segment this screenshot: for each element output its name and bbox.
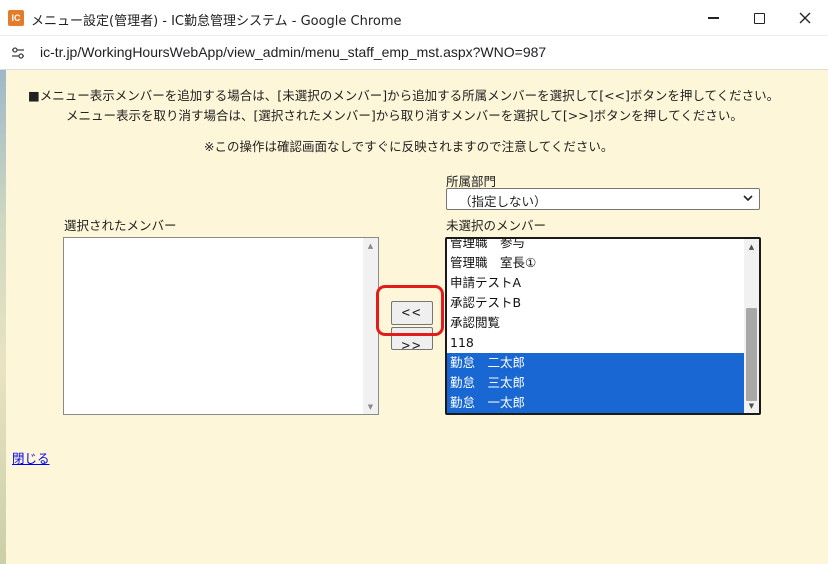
scroll-up-icon[interactable]: ▲ [744, 239, 759, 254]
site-info-icon[interactable] [10, 45, 26, 61]
list-option[interactable]: 申請テストA [447, 273, 744, 293]
scroll-down-icon[interactable]: ▼ [363, 399, 378, 414]
list-option[interactable]: 承認テストB [447, 293, 744, 313]
selected-members-label: 選択されたメンバー [64, 218, 177, 233]
app-icon: IC [8, 10, 24, 26]
chevron-down-icon [743, 195, 753, 202]
close-window-button[interactable] [782, 0, 828, 36]
list-option[interactable]: 勤怠 二太郎 [447, 353, 744, 373]
unselected-list-scrollbar[interactable]: ▲ ▼ [744, 239, 759, 413]
list-option[interactable]: 118 [447, 333, 744, 353]
warning-note: ※この操作は確認画面なしですぐに反映されますので注意してください。 [204, 139, 614, 154]
close-icon [799, 12, 811, 24]
list-option[interactable]: 管理職 室長① [447, 253, 744, 273]
close-link[interactable]: 閉じる [12, 448, 50, 467]
unselected-members-list[interactable]: 管理職 参与 管理職 室長① 申請テストA 承認テストB 承認閲覧 118 勤怠 二太郎 勤怠… [445, 237, 761, 415]
list-option[interactable]: 勤怠 一太郎 [447, 393, 744, 413]
scroll-thumb[interactable] [746, 308, 757, 401]
department-select[interactable]: （指定しない） [446, 188, 760, 210]
minimize-icon [707, 17, 719, 19]
list-option[interactable]: 承認閲覧 [447, 313, 744, 333]
list-option[interactable]: 管理職 参与 [447, 239, 744, 253]
selected-members-list[interactable]: ▲ ▼ [63, 237, 379, 415]
instruction-add: ■メニュー表示メンバーを追加する場合は、[未選択のメンバー]から追加する所属メン… [28, 88, 780, 103]
address-bar: ic-tr.jp/WorkingHoursWebApp/view_admin/m… [0, 36, 828, 70]
maximize-icon [753, 12, 765, 24]
instruction-remove: メニュー表示を取り消す場合は、[選択されたメンバー]から取り消すメンバーを選択し… [66, 108, 743, 123]
unselected-members-label: 未選択のメンバー [446, 218, 547, 233]
remove-button-label: >> [401, 337, 423, 354]
url-text[interactable]: ic-tr.jp/WorkingHoursWebApp/view_admin/m… [40, 44, 546, 60]
scroll-up-icon[interactable]: ▲ [363, 238, 378, 253]
list-option[interactable]: 勤怠 三太郎 [447, 373, 744, 393]
department-selected-value: （指定しない） [459, 194, 547, 209]
title-bar: IC メニュー設定(管理者) - IC勤怠管理システム - Google Chr… [0, 0, 828, 36]
page-content: ■メニュー表示メンバーを追加する場合は、[未選択のメンバー]から追加する所属メン… [0, 70, 828, 564]
red-highlight-annotation [376, 285, 444, 336]
maximize-button[interactable] [736, 0, 782, 36]
minimize-button[interactable] [690, 0, 736, 36]
window-title: メニュー設定(管理者) - IC勤怠管理システム - Google Chrome [31, 14, 402, 29]
scroll-down-icon[interactable]: ▼ [744, 398, 759, 413]
